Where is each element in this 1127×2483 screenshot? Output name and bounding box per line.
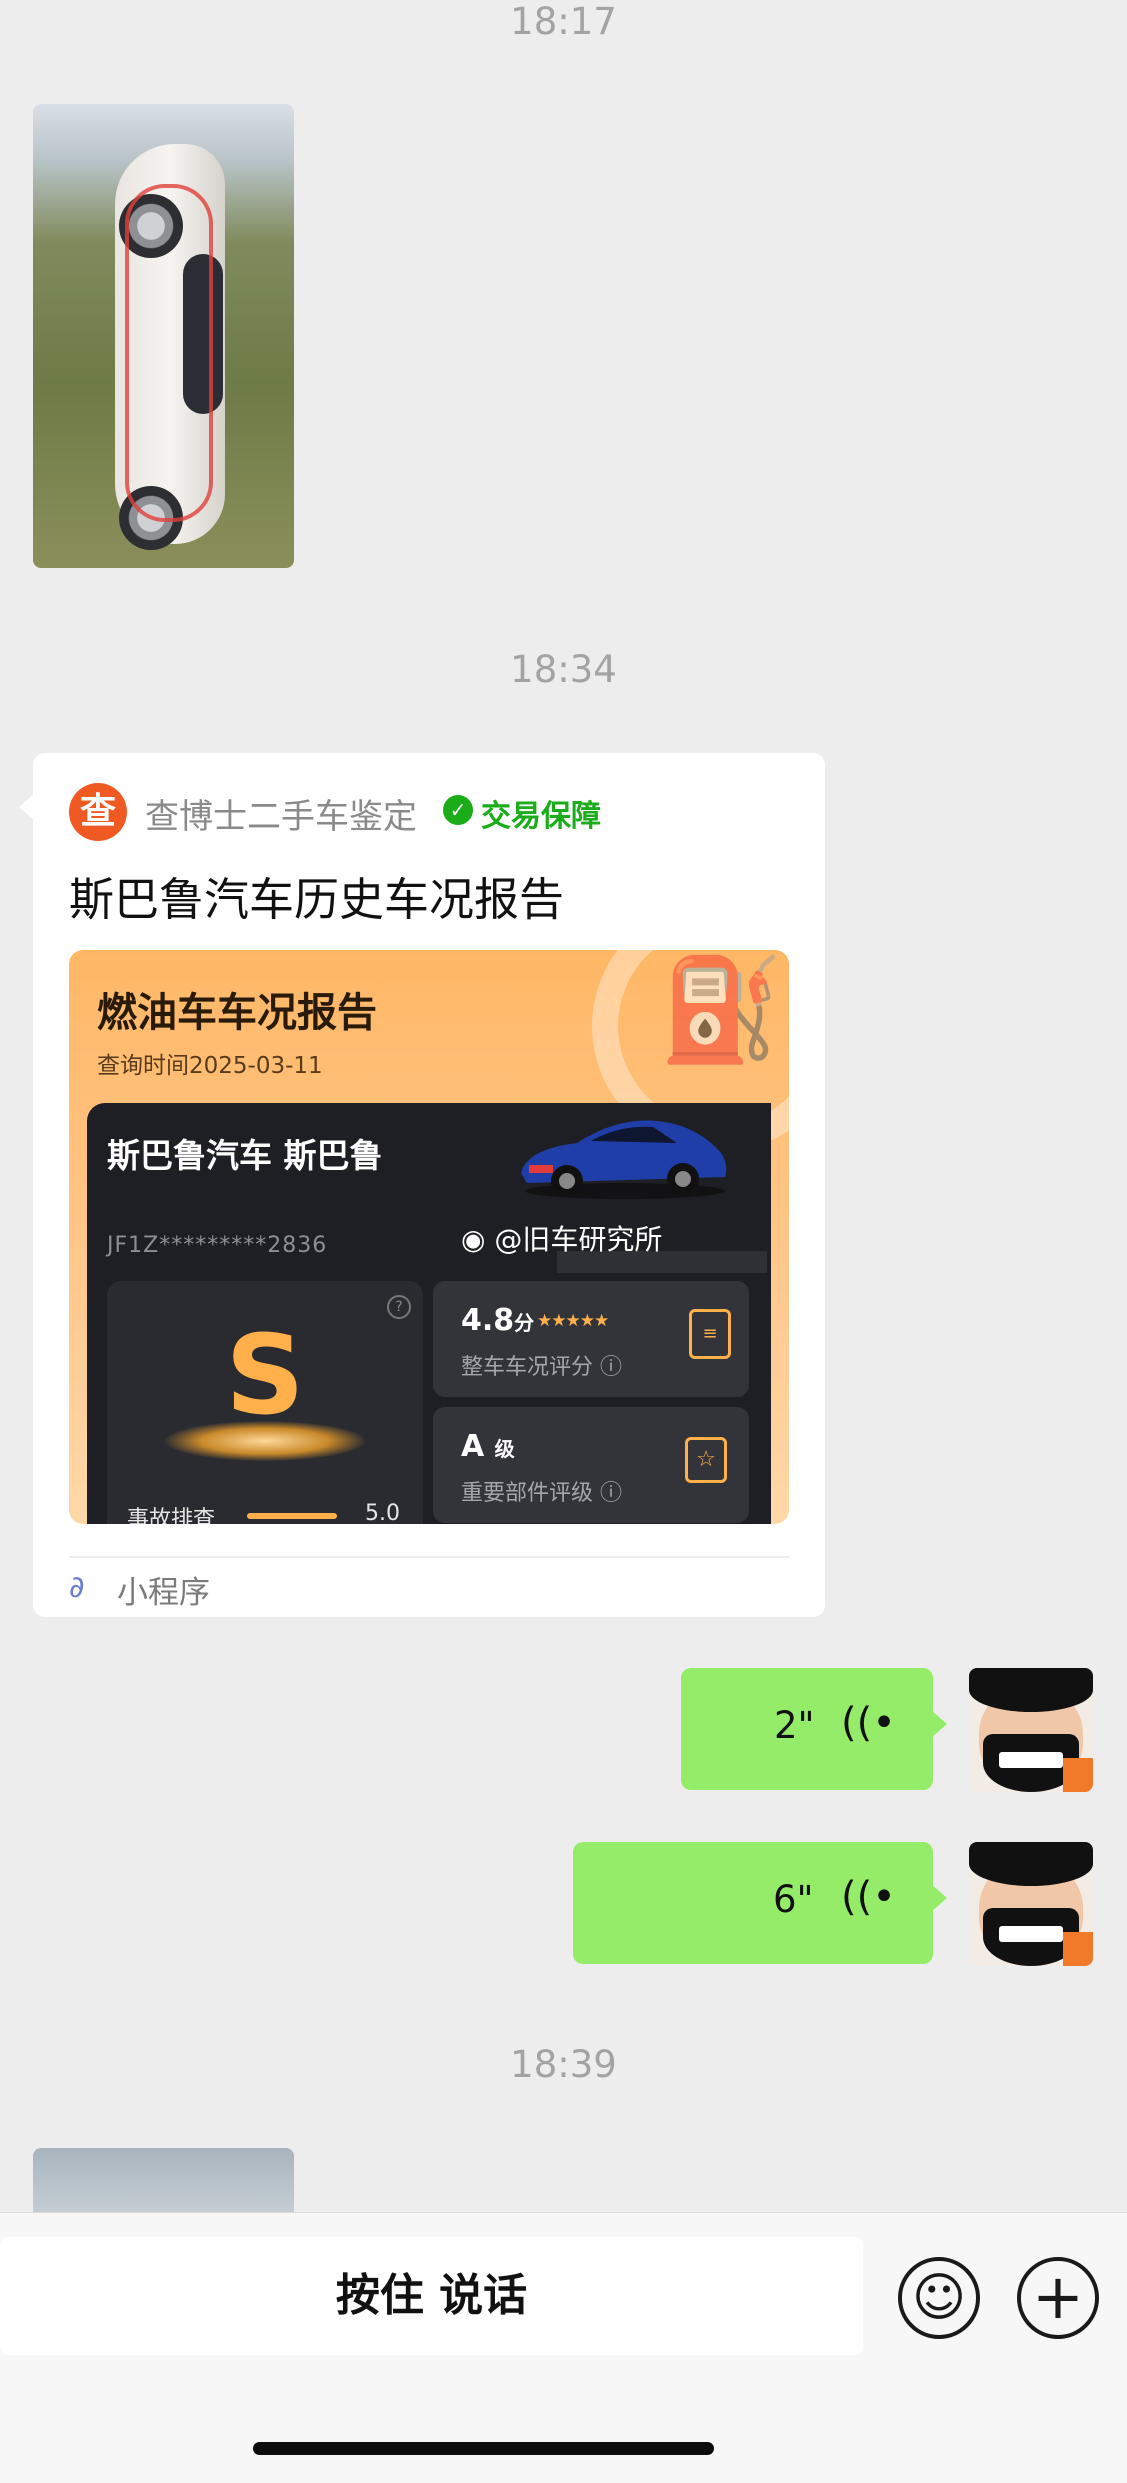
score-unit: 分 <box>514 1311 535 1335</box>
grade-box: ? S 事故排查 5.0 <box>107 1281 423 1524</box>
shield-icon: ✓ <box>443 795 473 825</box>
hold-to-talk-button[interactable]: 按住 说话 <box>0 2237 863 2355</box>
level-label: 重要部件评级 ⓘ <box>461 1475 622 1507</box>
car-thumbnail <box>521 1120 727 1199</box>
accident-label: 事故排查 <box>127 1507 216 1524</box>
bubble-tail <box>931 1710 947 1738</box>
score-value: 4.8分 <box>461 1303 534 1338</box>
score-label: 整车车况评分 ⓘ <box>461 1349 622 1381</box>
mini-program-label: 小程序 <box>117 1575 210 1611</box>
timestamp: 18:17 <box>510 0 617 43</box>
vin-number: JF1Z*********2836 <box>107 1233 328 1258</box>
car-photo-message[interactable] <box>33 104 294 568</box>
plus-icon[interactable]: + <box>1017 2257 1099 2339</box>
rating-stars: ★★★★★ <box>537 1311 609 1331</box>
level-unit: 级 <box>494 1437 515 1461</box>
score-number: 4.8 <box>461 1303 515 1338</box>
avatar-shirt <box>1063 1932 1093 1966</box>
accident-value: 5.0 <box>365 1501 400 1524</box>
card-title: 斯巴鲁汽车历史车况报告 <box>69 873 565 926</box>
report-preview: ⛽ 燃油车车况报告 查询时间2025-03-11 斯巴鲁汽车 斯巴鲁 JF1Z*… <box>69 950 789 1524</box>
grade-glow <box>165 1421 365 1461</box>
avatar-teeth <box>999 1926 1063 1942</box>
brand-logo: 查 <box>69 783 127 841</box>
avatar-shirt <box>1063 1758 1093 1792</box>
brand-name: 查博士二手车鉴定 <box>145 797 417 837</box>
voice-wave-icon: ((• <box>841 1700 896 1746</box>
guarantee-label: 交易保障 <box>481 799 601 834</box>
voice-duration: 6" <box>773 1878 814 1921</box>
model-name: 斯巴鲁汽车 斯巴鲁 <box>107 1136 383 1175</box>
bubble-tail <box>931 1884 947 1912</box>
red-scribble <box>125 184 213 522</box>
grade-letter: S <box>225 1311 305 1439</box>
level-label-text: 重要部件评级 <box>461 1481 594 1506</box>
avatar[interactable] <box>969 1668 1093 1792</box>
report-panel: 斯巴鲁汽车 斯巴鲁 JF1Z*********2836 ◉ @旧车研究所 ? S… <box>87 1103 771 1524</box>
input-bar: 按住 说话 ☺ + <box>0 2212 1127 2483</box>
timestamp: 18:39 <box>510 2043 617 2086</box>
accident-bar <box>247 1513 337 1519</box>
weibo-icon: ◉ <box>461 1223 495 1256</box>
voice-message[interactable]: 2" ((• <box>681 1668 947 1790</box>
query-date: 查询时间2025-03-11 <box>97 1053 323 1079</box>
avatar-hair <box>969 1668 1093 1712</box>
report-heading: 燃油车车况报告 <box>97 990 377 1036</box>
avatar[interactable] <box>969 1842 1093 1966</box>
avatar-teeth <box>999 1752 1063 1768</box>
divider <box>69 1556 789 1558</box>
score-card: 4.8分 ★★★★★ 整车车况评分 ⓘ ≡ <box>433 1281 749 1397</box>
avatar-hair <box>969 1842 1093 1886</box>
mini-program-card[interactable]: 查 查博士二手车鉴定 ✓ 交易保障 斯巴鲁汽车历史车况报告 ⛽ 燃油车车况报告 … <box>19 753 825 1617</box>
score-label-text: 整车车况评分 <box>461 1355 594 1380</box>
emoji-icon[interactable]: ☺ <box>898 2257 980 2339</box>
level-letter: A <box>461 1429 485 1464</box>
watermark-bar <box>557 1251 767 1273</box>
voice-wave-icon: ((• <box>841 1874 896 1920</box>
fuel-pump-icon: ⛽ <box>659 951 784 1068</box>
help-icon: ⓘ <box>600 1481 623 1506</box>
level-card: A 级 重要部件评级 ⓘ ☆ <box>433 1407 749 1523</box>
home-indicator <box>253 2442 714 2455</box>
bubble-tail <box>19 793 35 821</box>
mini-program-icon: ∂ <box>69 1570 85 1605</box>
help-icon: ⓘ <box>600 1355 623 1380</box>
timestamp: 18:34 <box>510 648 617 691</box>
document-icon: ≡ <box>689 1309 731 1359</box>
level-value: A 级 <box>461 1429 515 1464</box>
voice-duration: 2" <box>774 1704 815 1747</box>
star-document-icon: ☆ <box>685 1437 727 1483</box>
voice-message[interactable]: 6" ((• <box>573 1842 947 1964</box>
